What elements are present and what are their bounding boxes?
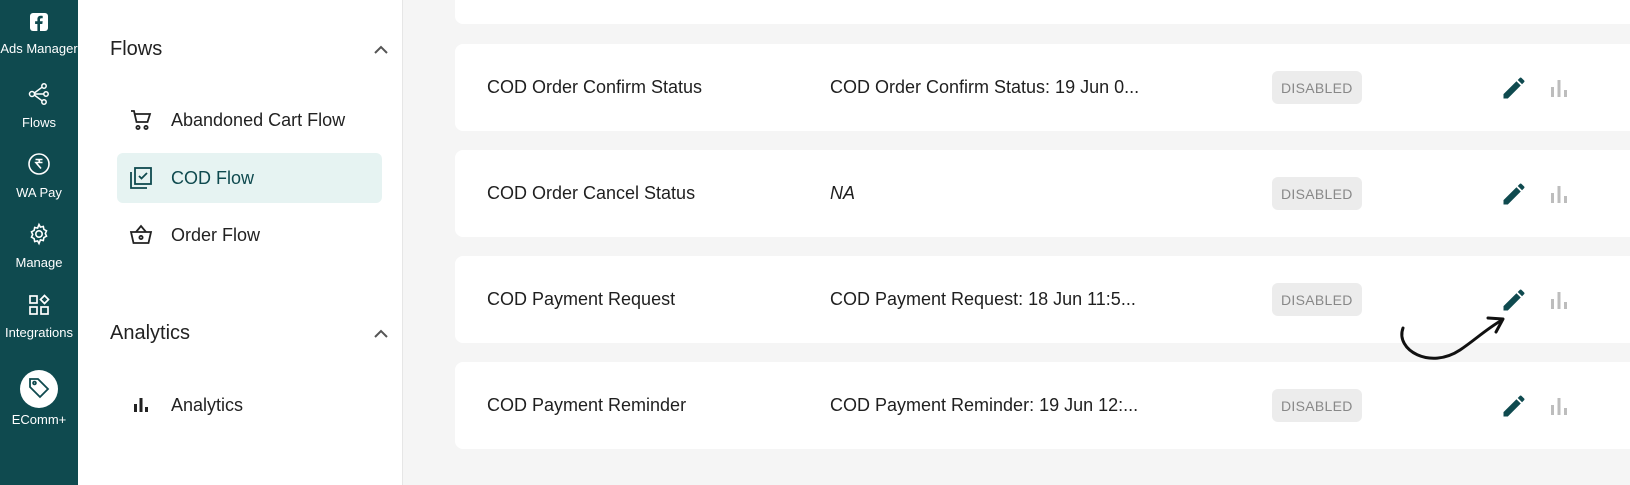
sidebar-item-cod-flow[interactable]: COD Flow <box>117 153 382 203</box>
secondary-sidebar: Flows Abandoned Cart Flow COD Flow Order… <box>78 0 403 485</box>
basket-icon <box>129 224 153 244</box>
stats-icon[interactable] <box>1548 77 1570 99</box>
rail-label: WA Pay <box>16 185 62 200</box>
flows-list: COD Order Confirm Status COD Order Confi… <box>403 0 1630 485</box>
facebook-icon <box>0 12 78 37</box>
rail-label: Manage <box>15 255 63 270</box>
stats-icon[interactable] <box>1548 395 1570 417</box>
flow-description: COD Payment Reminder: 19 Jun 12:... <box>830 395 1139 415</box>
status-badge: DISABLED <box>1272 283 1362 316</box>
flow-description: COD Payment Request: 18 Jun 11:5... <box>830 289 1136 309</box>
flow-name: COD Order Confirm Status <box>487 77 703 97</box>
checklist-icon <box>130 167 152 189</box>
gear-icon <box>0 222 78 251</box>
status-badge: DISABLED <box>1272 71 1362 104</box>
analytics-section-title: Analytics <box>110 322 191 344</box>
flow-card-partial <box>455 0 1630 24</box>
rail-item-wa-pay[interactable]: WA Pay <box>0 152 78 200</box>
flows-icon <box>0 82 78 111</box>
chevron-up-icon[interactable] <box>372 41 390 59</box>
chevron-up-icon[interactable] <box>372 325 390 343</box>
stats-icon[interactable] <box>1548 289 1570 311</box>
flows-section-header[interactable]: Flows <box>110 38 390 61</box>
grid-icon <box>0 294 78 321</box>
flow-name: COD Payment Request <box>487 289 676 309</box>
sidebar-item-label: Order Flow <box>171 224 261 245</box>
edit-pencil-icon[interactable] <box>1500 180 1528 208</box>
rupee-icon <box>0 152 78 181</box>
tag-icon <box>27 375 51 404</box>
sidebar-item-abandoned-cart-flow[interactable]: Abandoned Cart Flow <box>117 95 382 145</box>
stats-icon[interactable] <box>1548 183 1570 205</box>
flow-description: COD Order Confirm Status: 19 Jun 0... <box>830 77 1140 97</box>
flow-card[interactable]: COD Order Cancel Status NA DISABLED <box>455 150 1630 237</box>
rail-item-flows[interactable]: Flows <box>0 82 78 130</box>
edit-pencil-icon[interactable] <box>1500 74 1528 102</box>
rail-label: Flows <box>22 115 56 130</box>
sidebar-item-label: Abandoned Cart Flow <box>171 109 346 130</box>
sidebar-item-order-flow[interactable]: Order Flow <box>117 210 382 260</box>
rail-label: Integrations <box>5 325 73 340</box>
status-badge: DISABLED <box>1272 177 1362 210</box>
annotation-arrow <box>1400 316 1505 360</box>
rail-item-manage[interactable]: Manage <box>0 222 78 270</box>
left-rail: Ads Manager Flows WA Pay Manage Integrat… <box>0 0 78 485</box>
rail-item-integrations[interactable]: Integrations <box>0 294 78 340</box>
flow-card[interactable]: COD Payment Reminder COD Payment Reminde… <box>455 362 1630 449</box>
flow-name: COD Order Cancel Status <box>487 183 696 203</box>
sidebar-item-label: COD Flow <box>171 167 255 188</box>
flow-description: NA <box>830 183 856 203</box>
sidebar-item-label: Analytics <box>171 394 244 415</box>
rail-item-ads-manager[interactable]: Ads Manager <box>0 12 78 56</box>
flow-name: COD Payment Reminder <box>487 395 687 415</box>
rail-item-ecomm[interactable]: EComm+ <box>0 370 78 427</box>
rail-label: Ads Manager <box>0 41 78 56</box>
sidebar-item-analytics[interactable]: Analytics <box>117 380 382 430</box>
bar-chart-icon <box>134 398 148 412</box>
analytics-section-header[interactable]: Analytics <box>110 322 390 345</box>
status-badge: DISABLED <box>1272 389 1362 422</box>
edit-pencil-icon[interactable] <box>1500 392 1528 420</box>
cart-icon <box>131 110 152 130</box>
active-indicator <box>20 370 58 408</box>
flows-section-title: Flows <box>110 38 163 60</box>
flow-card[interactable]: COD Order Confirm Status COD Order Confi… <box>455 44 1630 131</box>
rail-label: EComm+ <box>11 412 67 427</box>
